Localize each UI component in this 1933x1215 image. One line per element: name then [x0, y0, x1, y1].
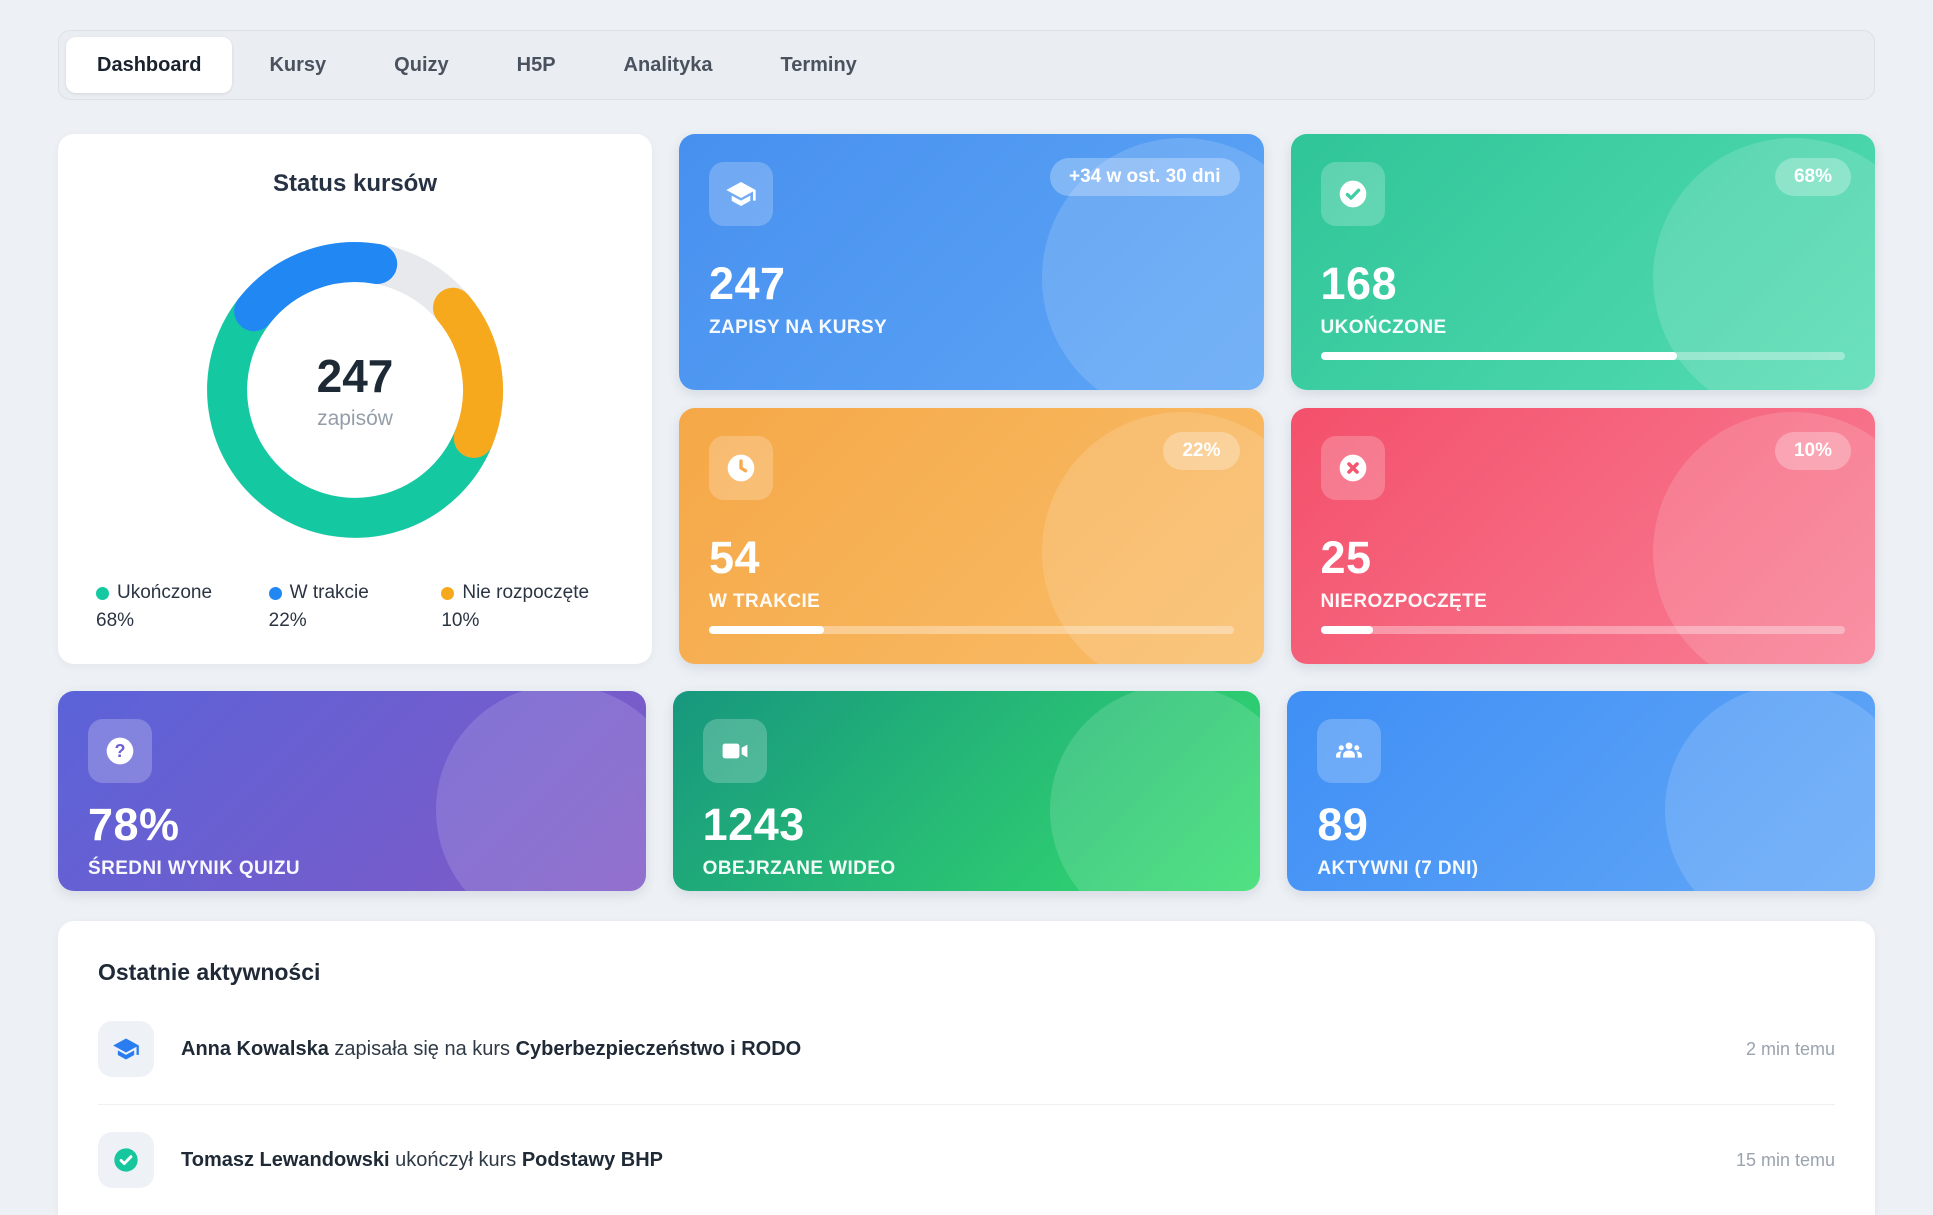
clock-icon [709, 436, 773, 500]
legend-dot-green [96, 587, 109, 600]
activity-text: Tomasz Lewandowski ukończył kurs Podstaw… [181, 1149, 663, 1172]
activity-row-completion: Tomasz Lewandowski ukończył kurs Podstaw… [98, 1104, 1835, 1215]
progress-bar [1321, 626, 1846, 634]
stat-card-sredni-wynik[interactable]: ? 78% ŚREDNI WYNIK QUIZU [58, 691, 646, 891]
stat-value: 247 [709, 258, 1234, 310]
stat-value: 168 [1321, 258, 1846, 310]
legend-label: W trakcie [290, 582, 369, 604]
legend-item-ukonczone: Ukończone 68% [96, 582, 269, 632]
tab-h5p[interactable]: H5P [486, 37, 587, 93]
stat-card-nierozpoczete[interactable]: 10% 25 NIEROZPOCZĘTE [1291, 408, 1876, 664]
stat-value: 1243 [703, 799, 1231, 851]
stat-card-ukonczone[interactable]: 68% 168 UKOŃCZONE [1291, 134, 1876, 390]
stat-value: 89 [1317, 799, 1845, 851]
check-circle-icon [1321, 162, 1385, 226]
activity-action: ukończył kurs [390, 1149, 522, 1171]
activity-user-name: Anna Kowalska [181, 1038, 329, 1060]
stat-value: 54 [709, 532, 1234, 584]
donut-segment-nie-rozpoczete [453, 308, 483, 438]
legend-item-nie-rozpoczete: Nie rozpoczęte 10% [441, 582, 614, 632]
question-circle-icon: ? [88, 719, 152, 783]
stat-card-aktywni[interactable]: 89 AKTYWNI (7 DNI) [1287, 691, 1875, 891]
stat-badge: +34 w ost. 30 dni [1050, 158, 1240, 196]
progress-bar [1321, 352, 1846, 360]
activity-course-name: Cyberbezpieczeństwo i RODO [516, 1038, 802, 1060]
stats-grid-bottom: ? 78% ŚREDNI WYNIK QUIZU 1243 OBEJRZANE … [58, 691, 1875, 891]
graduation-cap-icon [709, 162, 773, 226]
donut-segment-ukonczone [227, 311, 474, 518]
activity-text: Anna Kowalska zapisała się na kurs Cyber… [181, 1038, 801, 1061]
donut-svg [205, 240, 505, 540]
dashboard-page: Dashboard Kursy Quizy H5P Analityka Term… [0, 0, 1933, 1215]
legend-label: Ukończone [117, 582, 212, 604]
recent-activity-card: Ostatnie aktywności Anna Kowalska zapisa… [58, 921, 1875, 1215]
legend-percent: 10% [441, 610, 614, 632]
graduation-cap-icon [98, 1021, 154, 1077]
stat-badge: 68% [1775, 158, 1851, 196]
legend-label: Nie rozpoczęte [462, 582, 589, 604]
activity-course-name: Podstawy BHP [522, 1149, 663, 1171]
stat-label: ZAPISY NA KURSY [709, 317, 1234, 339]
tab-quizy[interactable]: Quizy [363, 37, 479, 93]
legend-dot-orange [441, 587, 454, 600]
stat-label: ŚREDNI WYNIK QUIZU [88, 858, 616, 880]
donut-legend: Ukończone 68% W trakcie 22% Nie rozpoczę… [94, 582, 616, 632]
legend-percent: 22% [269, 610, 442, 632]
activity-row-enrollment: Anna Kowalska zapisała się na kurs Cyber… [98, 994, 1835, 1104]
activity-user-name: Tomasz Lewandowski [181, 1149, 390, 1171]
stat-label: UKOŃCZONE [1321, 317, 1846, 339]
stat-card-w-trakcie[interactable]: 22% 54 W TRAKCIE [679, 408, 1264, 664]
tab-dashboard[interactable]: Dashboard [66, 37, 232, 93]
tab-analityka[interactable]: Analityka [593, 37, 744, 93]
course-status-donut-chart: 247 zapisów [205, 240, 505, 540]
course-status-title: Status kursów [94, 170, 616, 198]
stat-card-zapisy[interactable]: +34 w ost. 30 dni 247 ZAPISY NA KURSY [679, 134, 1264, 390]
progress-fill [709, 626, 824, 634]
activity-list: Anna Kowalska zapisała się na kurs Cyber… [98, 994, 1835, 1215]
progress-fill [1321, 352, 1678, 360]
stat-label: OBEJRZANE WIDEO [703, 858, 1231, 880]
stat-label: NIEROZPOCZĘTE [1321, 591, 1846, 613]
stat-badge: 22% [1163, 432, 1239, 470]
activity-timestamp: 15 min temu [1716, 1150, 1835, 1171]
svg-text:?: ? [115, 741, 126, 761]
legend-item-w-trakcie: W trakcie 22% [269, 582, 442, 632]
stat-label: AKTYWNI (7 DNI) [1317, 858, 1845, 880]
stat-value: 78% [88, 799, 616, 851]
stat-card-obejrzane-wideo[interactable]: 1243 OBEJRZANE WIDEO [673, 691, 1261, 891]
legend-dot-blue [269, 587, 282, 600]
users-group-icon [1317, 719, 1381, 783]
tab-terminy[interactable]: Terminy [749, 37, 887, 93]
stat-value: 25 [1321, 532, 1846, 584]
activity-action: zapisała się na kurs [329, 1038, 516, 1060]
legend-percent: 68% [96, 610, 269, 632]
stats-grid-top: Status kursów 247 zapisów Ukończon [58, 134, 1875, 664]
activity-timestamp: 2 min temu [1726, 1039, 1835, 1060]
main-tabbar: Dashboard Kursy Quizy H5P Analityka Term… [58, 30, 1875, 100]
course-status-card: Status kursów 247 zapisów Ukończon [58, 134, 652, 664]
stat-label: W TRAKCIE [709, 591, 1234, 613]
recent-activity-title: Ostatnie aktywności [98, 959, 1835, 986]
x-circle-icon [1321, 436, 1385, 500]
stat-badge: 10% [1775, 432, 1851, 470]
progress-fill [1321, 626, 1373, 634]
check-circle-icon [98, 1132, 154, 1188]
tab-kursy[interactable]: Kursy [238, 37, 357, 93]
progress-bar [709, 626, 1234, 634]
video-camera-icon [703, 719, 767, 783]
donut-segment-w-trakcie [254, 262, 377, 311]
